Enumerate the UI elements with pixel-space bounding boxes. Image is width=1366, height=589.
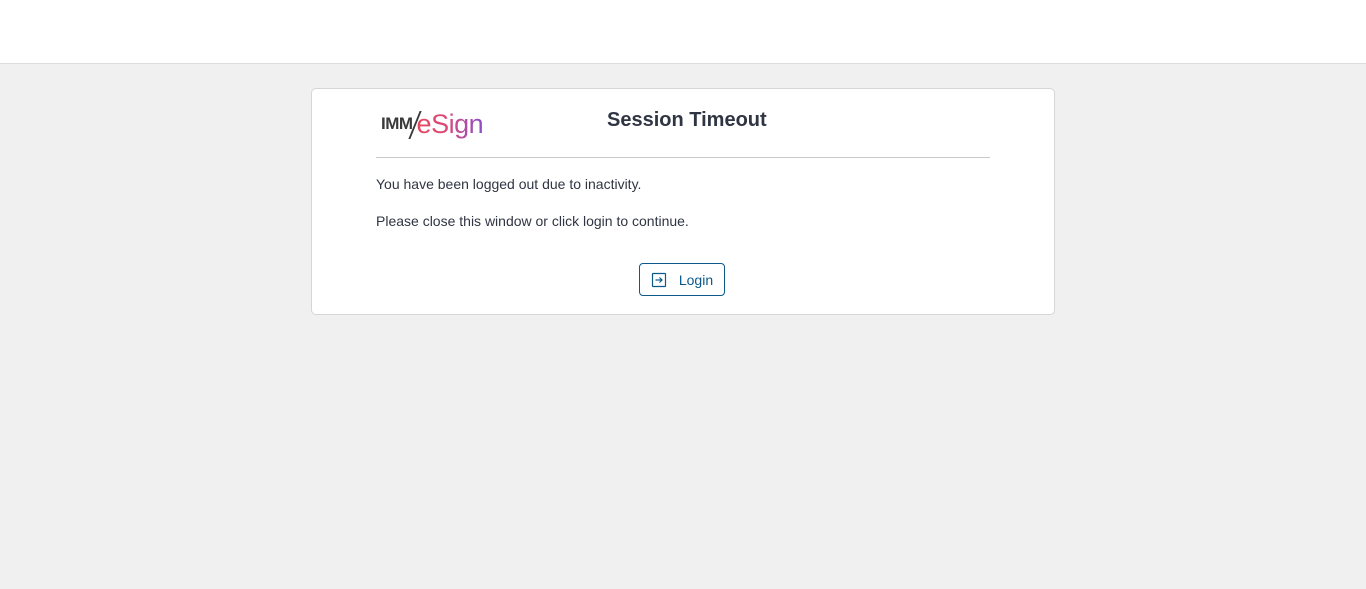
login-button-label: Login xyxy=(678,271,714,288)
inactivity-message: You have been logged out due to inactivi… xyxy=(376,176,642,192)
logo-brand: eSign xyxy=(416,109,484,139)
logo-prefix: IMM xyxy=(381,114,413,133)
login-arrow-icon xyxy=(651,272,667,288)
instruction-message: Please close this window or click login … xyxy=(376,213,689,229)
session-timeout-card: IMM eSign Session Timeout You have been … xyxy=(311,88,1055,315)
login-button[interactable]: Login xyxy=(639,263,725,296)
page-title: Session Timeout xyxy=(607,109,767,131)
top-bar xyxy=(0,0,1366,64)
card-header: IMM eSign Session Timeout xyxy=(376,89,990,158)
imm-esign-logo: IMM eSign xyxy=(381,105,484,139)
